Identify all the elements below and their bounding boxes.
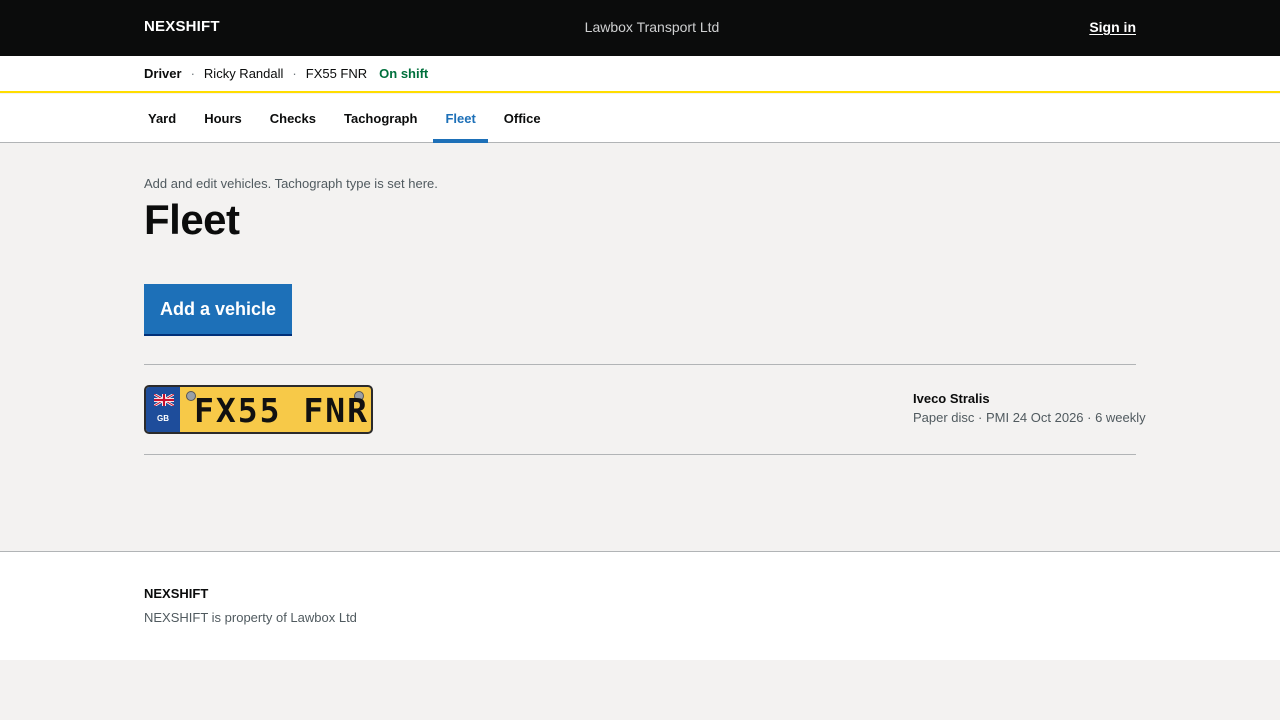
union-flag-icon (154, 394, 174, 406)
driver-name: Ricky Randall (203, 66, 284, 81)
primary-navigation: Yard Hours Checks Tachograph Fleet Offic… (0, 94, 1280, 143)
registration-plate[interactable]: GB FX55 FNR (144, 385, 373, 434)
vehicle-info: Iveco Stralis Paper disc · PMI 24 Oct 20… (913, 391, 1146, 425)
divider (144, 364, 1136, 365)
footer-brand: NEXSHIFT (144, 586, 209, 601)
sign-in-link[interactable]: Sign in (1089, 19, 1136, 35)
tab-office[interactable]: Office (492, 94, 553, 142)
top-header: NEXSHIFT Lawbox Transport Ltd Sign in (0, 0, 1280, 56)
tab-tachograph[interactable]: Tachograph (332, 94, 429, 142)
tab-checks[interactable]: Checks (258, 94, 328, 142)
tab-hours[interactable]: Hours (192, 94, 254, 142)
page-caption: Add and edit vehicles. Tachograph type i… (144, 176, 438, 191)
separator-dot: · (190, 66, 195, 81)
vehicle-model: Iveco Stralis (913, 391, 990, 406)
page-footer: NEXSHIFT NEXSHIFT is property of Lawbox … (0, 551, 1280, 660)
plate-country-code: GB (157, 414, 169, 423)
organisation-name: Lawbox Transport Ltd (0, 19, 1280, 35)
add-vehicle-button[interactable]: Add a vehicle (144, 284, 293, 334)
shift-status-badge: On shift (379, 66, 429, 81)
vehicle-details: Paper disc · PMI 24 Oct 2026 · 6 weekly (913, 410, 1146, 425)
separator-dot: · (292, 66, 297, 81)
driver-vehicle: FX55 FNR (305, 66, 368, 81)
page-title: Fleet (144, 196, 240, 243)
footer-note: NEXSHIFT is property of Lawbox Ltd (144, 610, 357, 625)
plate-registration: FX55 FNR (194, 391, 369, 430)
driver-role-label: Driver (144, 66, 182, 81)
tab-fleet[interactable]: Fleet (433, 94, 489, 143)
driver-status-bar: Driver · Ricky Randall · FX55 FNR On shi… (0, 56, 1280, 93)
tab-yard[interactable]: Yard (136, 94, 188, 142)
organisation-label: Lawbox Transport Ltd (584, 19, 720, 35)
divider (144, 454, 1136, 455)
